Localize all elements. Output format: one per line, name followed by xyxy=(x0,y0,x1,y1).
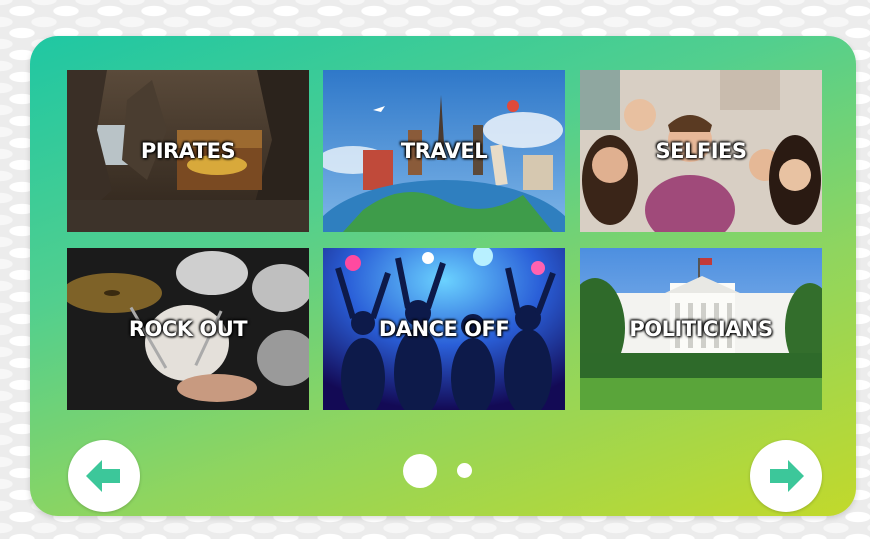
category-panel: PIRATES TRAVEL SELFIES ROCK OUT DANCE OF… xyxy=(30,36,856,516)
category-label: POLITICIANS xyxy=(629,317,773,341)
category-tile-travel[interactable]: TRAVEL xyxy=(323,70,565,232)
category-label: DANCE OFF xyxy=(378,317,510,341)
category-label: SELFIES xyxy=(655,139,747,163)
category-label: PIRATES xyxy=(140,139,236,163)
arrow-right-icon xyxy=(770,460,804,492)
category-tile-rock-out[interactable]: ROCK OUT xyxy=(67,248,309,410)
arrow-left-icon xyxy=(86,460,120,492)
previous-page-button[interactable] xyxy=(68,440,140,512)
page-dot-1-active[interactable] xyxy=(403,454,437,488)
page-dot-2[interactable] xyxy=(457,463,472,478)
category-tile-selfies[interactable]: SELFIES xyxy=(580,70,822,232)
category-tile-politicians[interactable]: POLITICIANS xyxy=(580,248,822,410)
category-tile-dance-off[interactable]: DANCE OFF xyxy=(323,248,565,410)
category-label: TRAVEL xyxy=(400,139,488,163)
category-label: ROCK OUT xyxy=(128,317,248,341)
next-page-button[interactable] xyxy=(750,440,822,512)
category-tile-pirates[interactable]: PIRATES xyxy=(67,70,309,232)
